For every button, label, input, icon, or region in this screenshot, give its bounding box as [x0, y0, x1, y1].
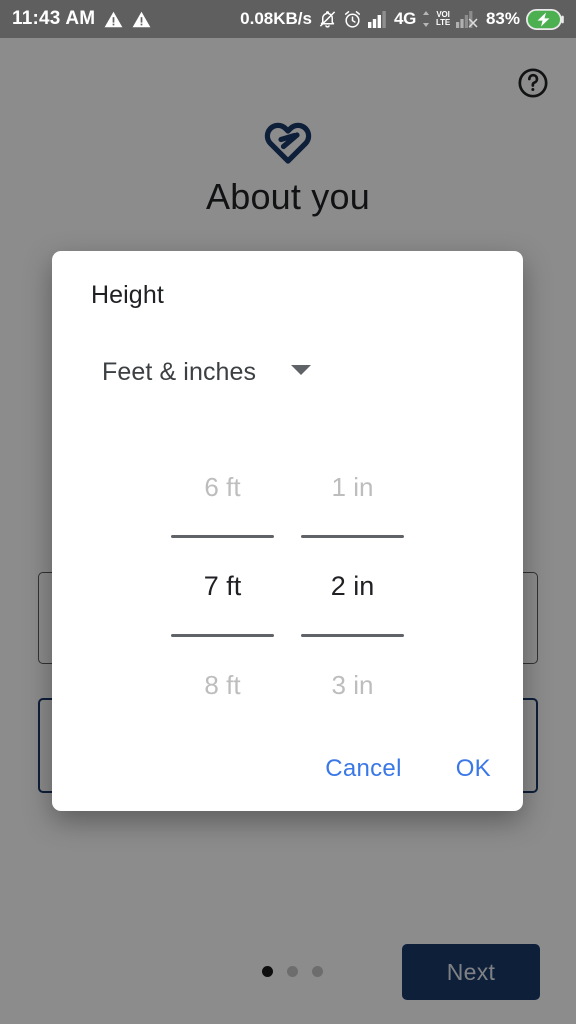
ok-button[interactable]: OK — [452, 749, 495, 789]
picker-feet-next[interactable]: 8 ft — [171, 637, 274, 733]
height-pickers: 6 ft 7 ft 8 ft 1 in 2 in 3 in — [52, 439, 523, 733]
signal-bars-icon — [367, 10, 388, 28]
battery-charging-icon — [526, 8, 564, 30]
network-speed: 0.08KB/s — [240, 9, 312, 28]
warning-triangle-icon — [104, 11, 123, 28]
height-dialog: Height Feet & inches 6 ft 7 ft 8 ft 1 in… — [52, 251, 523, 811]
volte-indicator: VOI LTE — [436, 11, 450, 27]
signal-bars-crossed-icon — [455, 10, 478, 28]
picker-feet[interactable]: 6 ft 7 ft 8 ft — [171, 439, 274, 733]
picker-inches[interactable]: 1 in 2 in 3 in — [301, 439, 404, 733]
dialog-actions: Cancel OK — [321, 749, 495, 789]
warning-triangle-icon — [132, 11, 151, 28]
bell-muted-icon — [318, 9, 337, 29]
picker-feet-previous[interactable]: 6 ft — [171, 439, 274, 535]
signal-arrows-icon — [422, 11, 430, 27]
unit-selector-value: Feet & inches — [102, 358, 257, 386]
network-type: 4G — [393, 9, 417, 28]
picker-feet-selected[interactable]: 7 ft — [171, 538, 274, 634]
volte-bottom: LTE — [436, 18, 450, 27]
picker-inches-previous[interactable]: 1 in — [301, 439, 404, 535]
battery-percent: 83% — [485, 9, 520, 28]
alarm-clock-icon — [343, 10, 362, 29]
status-bar: 11:43 AM 0.08KB/s 4G VOI LTE 83% — [0, 0, 576, 38]
unit-selector[interactable]: Feet & inches — [102, 358, 312, 387]
dialog-title: Height — [91, 281, 164, 309]
cancel-button[interactable]: Cancel — [321, 749, 406, 789]
chevron-down-icon — [290, 363, 312, 382]
status-clock: 11:43 AM — [12, 8, 96, 29]
picker-inches-next[interactable]: 3 in — [301, 637, 404, 733]
picker-inches-selected[interactable]: 2 in — [301, 538, 404, 634]
